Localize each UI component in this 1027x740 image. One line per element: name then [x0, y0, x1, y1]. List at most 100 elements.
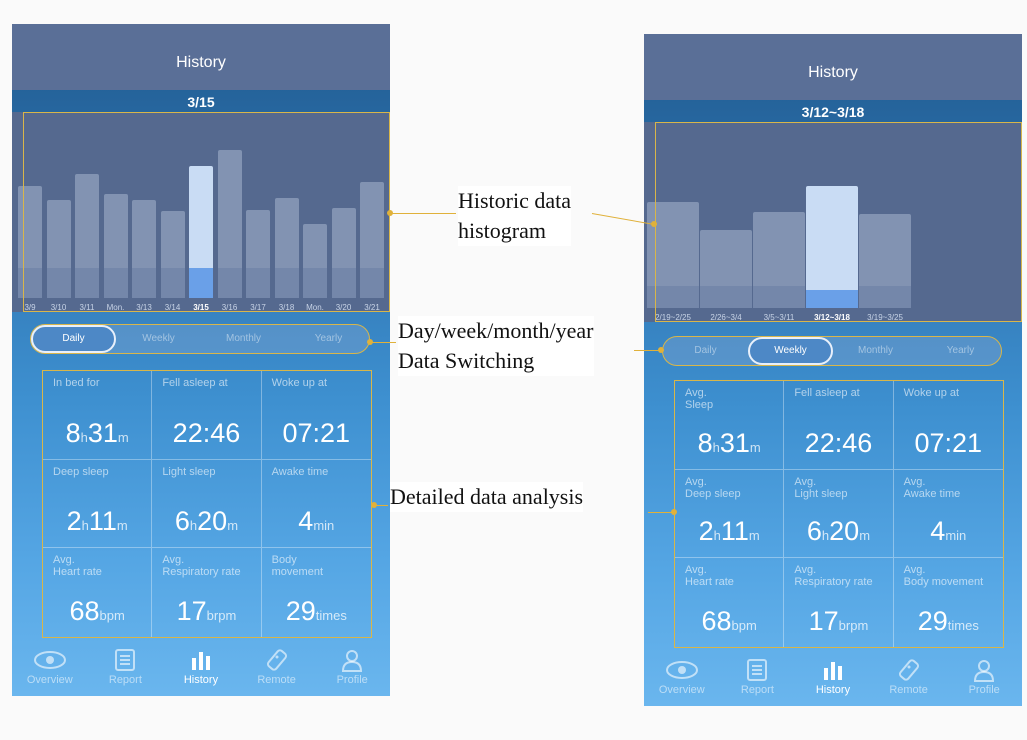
phone-weekly-view: History 3/12~3/18 2/19~2/25 2/26~3/4 3/5~3…: [644, 34, 1022, 706]
period-switch: Daily Weekly Monthly Yearly: [30, 324, 370, 354]
tab-daily[interactable]: Daily: [663, 337, 748, 365]
stat-value: 2h11m: [698, 516, 760, 547]
stat-value: 22:46: [172, 417, 241, 448]
nav-label: Profile: [968, 684, 1000, 696]
tab-weekly[interactable]: Weekly: [748, 337, 833, 365]
stat-label: Avg. Respiratory rate: [162, 554, 241, 579]
nav-label: Overview: [26, 674, 73, 686]
nav-remote[interactable]: Remote: [871, 658, 947, 696]
annotation-switching: Day/week/month/year Data Switching: [398, 316, 594, 376]
annotation-switching-line2: Data Switching: [398, 348, 535, 373]
tab-daily[interactable]: Daily: [31, 325, 116, 353]
stat-cell: Avg. Heart rate 68bpm: [43, 548, 153, 637]
stat-label: Woke up at: [271, 377, 328, 389]
nav-report[interactable]: Report: [720, 658, 796, 696]
connector-dot: [658, 347, 664, 353]
nav-overview[interactable]: Overview: [644, 658, 720, 696]
nav-history[interactable]: History: [163, 648, 239, 686]
tab-weekly[interactable]: Weekly: [116, 325, 201, 353]
stat-cell: Avg. Respiratory rate 17brpm: [152, 548, 262, 637]
stat-cell: Fell asleep at 22:46: [784, 381, 894, 470]
bar-chart-icon: [163, 648, 239, 672]
nav-label: Remote: [257, 674, 296, 686]
stat-label: Awake time: [271, 465, 329, 478]
person-icon: [314, 648, 390, 672]
connector-dot: [387, 210, 393, 216]
stat-cell: Avg. Body movement 29times: [894, 558, 1003, 647]
stat-value: 4min: [298, 506, 335, 537]
stats-grid: Avg. Sleep 8h31m Fell asleep at 22:46 Woke up…: [674, 380, 1004, 648]
stat-label: Avg. Awake time: [903, 475, 961, 500]
stat-value: 17brpm: [176, 595, 237, 626]
annotation-switching-line1: Day/week/month/year: [398, 318, 594, 343]
stat-value: 29times: [917, 605, 979, 636]
tab-monthly[interactable]: Monthly: [833, 337, 918, 365]
nav-label: Remote: [889, 684, 928, 696]
nav-label: History: [815, 684, 851, 696]
stat-value: 68bpm: [701, 605, 757, 636]
stat-cell: Avg. Light sleep 6h20m: [784, 469, 894, 559]
tab-monthly[interactable]: Monthly: [201, 325, 286, 353]
stat-label: Deep sleep: [53, 465, 109, 478]
stat-label: Avg. Heart rate: [685, 564, 734, 589]
connector-dot: [371, 502, 377, 508]
nav-history[interactable]: History: [795, 658, 871, 696]
eye-icon: [12, 648, 88, 672]
remote-icon: [871, 658, 947, 682]
stat-value: 68bpm: [69, 595, 125, 626]
report-icon: [720, 658, 796, 682]
stat-cell: Deep sleep 2h11m: [43, 459, 153, 549]
nav-label: Profile: [336, 674, 368, 686]
stat-cell: Woke up at 07:21: [261, 371, 371, 460]
histogram-highlight-box: [655, 122, 1022, 322]
stat-label: Avg. Body movement: [903, 564, 984, 589]
stat-label: Avg. Sleep: [685, 387, 714, 411]
stat-cell: Woke up at 07:21: [893, 381, 1003, 470]
stat-cell: Light sleep 6h20m: [152, 459, 262, 549]
histogram-highlight-box: [23, 112, 390, 312]
stat-label: Body movement: [271, 554, 323, 579]
annotation-histogram-line1: Historic data: [458, 188, 572, 213]
stat-cell: Fell asleep at 22:46: [152, 371, 262, 460]
stat-cell: Avg. Sleep 8h31m: [675, 381, 785, 470]
connector-dot: [671, 509, 677, 515]
stat-label: Light sleep: [162, 465, 216, 478]
connector-line: [370, 342, 396, 343]
nav-label: Report: [740, 684, 774, 696]
nav-overview[interactable]: Overview: [12, 648, 88, 686]
nav-label: Overview: [658, 684, 705, 696]
stat-label: Fell asleep at: [162, 377, 228, 389]
stat-value: 6h20m: [806, 516, 871, 547]
person-icon: [946, 658, 1022, 682]
stat-value: 07:21: [914, 427, 983, 458]
selected-date: 3/15: [187, 94, 215, 110]
stat-value: 29times: [285, 595, 347, 626]
nav-label: History: [183, 674, 219, 686]
nav-profile[interactable]: Profile: [946, 658, 1022, 696]
stat-label: Fell asleep at: [794, 387, 860, 399]
stat-value: 6h20m: [174, 506, 239, 537]
nav-report[interactable]: Report: [88, 648, 164, 686]
stat-label: Avg. Respiratory rate: [794, 564, 873, 589]
report-icon: [88, 648, 164, 672]
stat-value: 22:46: [804, 427, 873, 458]
stat-label: In bed for: [53, 377, 100, 389]
stat-value: 2h11m: [66, 506, 128, 537]
connector-dot: [367, 339, 373, 345]
stat-cell: Avg. Respiratory rate 17brpm: [784, 558, 894, 647]
tab-yearly[interactable]: Yearly: [918, 337, 1003, 365]
period-switch: Daily Weekly Monthly Yearly: [662, 336, 1002, 366]
nav-remote[interactable]: Remote: [239, 648, 315, 686]
stat-value: 8h31m: [697, 427, 761, 458]
page-title: History: [12, 24, 390, 90]
annotation-analysis: Detailed data analysis: [390, 482, 584, 512]
bottom-nav: Overview Report History Remote Profile: [12, 642, 390, 696]
annotation-histogram-line2: histogram: [458, 218, 546, 243]
eye-icon: [644, 658, 720, 682]
stat-cell: In bed for 8h31m: [43, 371, 153, 460]
nav-profile[interactable]: Profile: [314, 648, 390, 686]
nav-label: Report: [108, 674, 142, 686]
tab-yearly[interactable]: Yearly: [286, 325, 371, 353]
page-title: History: [644, 34, 1022, 100]
selected-date: 3/12~3/18: [801, 104, 865, 120]
